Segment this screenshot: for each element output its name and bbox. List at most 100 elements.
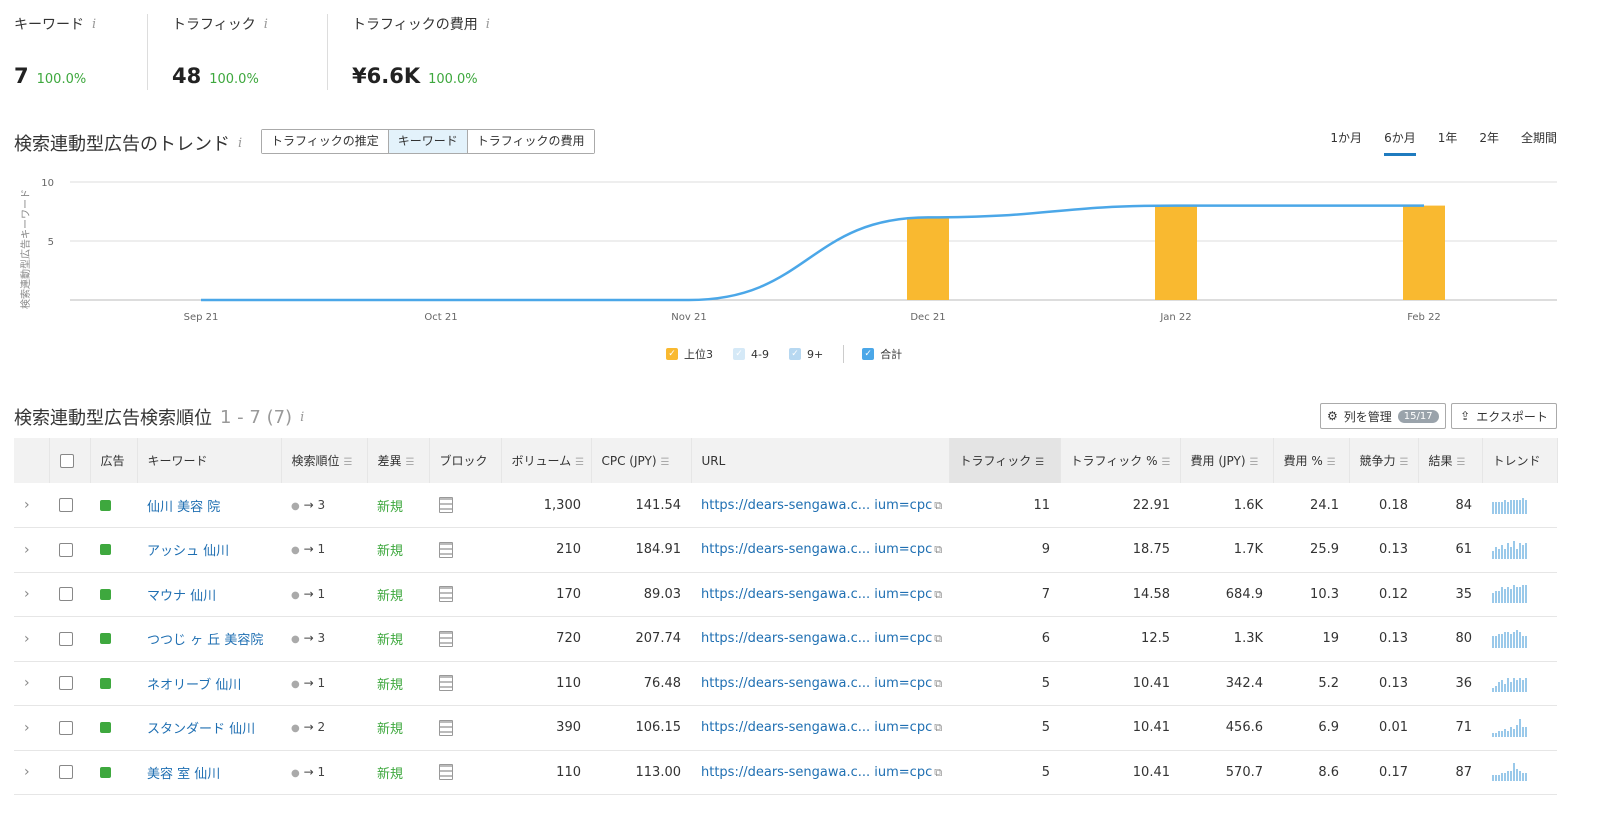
- keyword-link[interactable]: 美容 室 仙川: [147, 767, 220, 782]
- row-checkbox[interactable]: [59, 631, 73, 646]
- row-checkbox[interactable]: [59, 587, 73, 602]
- url-link[interactable]: https://dears-sengawa.c... ium=cpc: [701, 765, 932, 780]
- tab-keywords[interactable]: キーワード: [388, 130, 468, 153]
- external-link-icon[interactable]: ⧉: [934, 543, 942, 556]
- url-link[interactable]: https://dears-sengawa.c... ium=cpc: [701, 542, 932, 557]
- external-link-icon[interactable]: ⧉: [934, 588, 942, 601]
- export-button[interactable]: ⇪ エクスポート: [1451, 403, 1557, 429]
- manage-columns-button[interactable]: ⚙ 列を管理 15/17: [1320, 403, 1446, 429]
- external-link-icon[interactable]: ⧉: [934, 721, 942, 734]
- select-cell[interactable]: [49, 483, 90, 528]
- url-link[interactable]: https://dears-sengawa.c... ium=cpc: [701, 631, 932, 646]
- select-cell[interactable]: [49, 527, 90, 573]
- keyword-cell[interactable]: 美容 室 仙川: [137, 750, 281, 795]
- sort-icon[interactable]: ☰: [344, 457, 353, 468]
- select-all-checkbox[interactable]: [59, 453, 74, 468]
- expand-cell[interactable]: ›: [14, 661, 49, 706]
- tab-traffic-estimate[interactable]: トラフィックの推定: [262, 130, 389, 153]
- info-icon[interactable]: i: [238, 136, 242, 151]
- col-volume[interactable]: ボリューム ☰: [501, 438, 592, 483]
- col-results[interactable]: 結果 ☰: [1418, 438, 1483, 483]
- tab-traffic-cost[interactable]: トラフィックの費用: [467, 130, 594, 153]
- external-link-icon[interactable]: ⧉: [934, 632, 942, 645]
- keyword-cell[interactable]: つつじ ヶ 丘 美容院: [137, 616, 281, 662]
- keyword-cell[interactable]: アッシュ 仙川: [137, 527, 281, 573]
- legend-total[interactable]: ✓ 合計: [862, 346, 902, 362]
- url-cell[interactable]: https://dears-sengawa.c... ium=cpc ⧉: [691, 483, 949, 528]
- chevron-right-icon[interactable]: ›: [24, 764, 30, 780]
- range-1y[interactable]: 1年: [1438, 129, 1458, 156]
- url-link[interactable]: https://dears-sengawa.c... ium=cpc: [701, 587, 932, 602]
- col-cost[interactable]: 費用 (JPY) ☰: [1180, 438, 1274, 483]
- row-checkbox[interactable]: [59, 720, 73, 735]
- sort-icon[interactable]: ☰: [575, 457, 584, 468]
- expand-cell[interactable]: ›: [14, 616, 49, 662]
- col-competition[interactable]: 競争力 ☰: [1349, 438, 1419, 483]
- url-cell[interactable]: https://dears-sengawa.c... ium=cpc ⧉: [691, 616, 949, 662]
- row-checkbox[interactable]: [59, 542, 73, 557]
- keyword-cell[interactable]: ネオリーブ 仙川: [137, 661, 281, 706]
- range-all[interactable]: 全期間: [1521, 129, 1557, 156]
- range-6m[interactable]: 6か月: [1384, 129, 1416, 156]
- col-position[interactable]: 検索順位 ☰: [281, 438, 368, 483]
- keyword-link[interactable]: ネオリーブ 仙川: [147, 678, 241, 693]
- keyword-link[interactable]: マウナ 仙川: [147, 589, 216, 604]
- external-link-icon[interactable]: ⧉: [934, 499, 942, 512]
- select-cell[interactable]: [49, 661, 90, 706]
- expand-cell[interactable]: ›: [14, 527, 49, 573]
- chevron-right-icon[interactable]: ›: [24, 720, 30, 736]
- chevron-right-icon[interactable]: ›: [24, 542, 30, 558]
- sort-icon[interactable]: ☰: [1327, 457, 1336, 468]
- select-cell[interactable]: [49, 616, 90, 662]
- expand-cell[interactable]: ›: [14, 483, 49, 528]
- sort-icon[interactable]: ☰: [1457, 457, 1466, 468]
- col-select-all[interactable]: [49, 438, 91, 483]
- col-cost-pct[interactable]: 費用 % ☰: [1273, 438, 1350, 483]
- row-checkbox[interactable]: [59, 676, 73, 691]
- keyword-link[interactable]: スタンダード 仙川: [147, 722, 255, 737]
- keyword-cell[interactable]: スタンダード 仙川: [137, 705, 281, 751]
- expand-cell[interactable]: ›: [14, 750, 49, 795]
- url-cell[interactable]: https://dears-sengawa.c... ium=cpc ⧉: [691, 705, 949, 751]
- chevron-right-icon[interactable]: ›: [24, 497, 30, 513]
- info-icon[interactable]: i: [300, 410, 304, 425]
- sort-icon[interactable]: ☰: [661, 457, 670, 468]
- range-1m[interactable]: 1か月: [1330, 129, 1362, 156]
- keyword-link[interactable]: 仙川 美容 院: [147, 500, 220, 515]
- col-cpc[interactable]: CPC (JPY) ☰: [591, 438, 692, 483]
- select-cell[interactable]: [49, 750, 90, 795]
- keyword-cell[interactable]: マウナ 仙川: [137, 572, 281, 617]
- external-link-icon[interactable]: ⧉: [934, 677, 942, 690]
- keyword-link[interactable]: つつじ ヶ 丘 美容院: [147, 633, 263, 648]
- info-icon[interactable]: i: [486, 17, 490, 32]
- row-checkbox[interactable]: [59, 765, 73, 780]
- chevron-right-icon[interactable]: ›: [24, 586, 30, 602]
- external-link-icon[interactable]: ⧉: [934, 766, 942, 779]
- legend-top3[interactable]: ✓ 上位3: [666, 346, 713, 362]
- chevron-right-icon[interactable]: ›: [24, 631, 30, 647]
- expand-cell[interactable]: ›: [14, 705, 49, 751]
- keyword-cell[interactable]: 仙川 美容 院: [137, 483, 281, 528]
- legend-4-9[interactable]: ✓ 4-9: [733, 348, 769, 361]
- sort-icon[interactable]: ☰: [1161, 457, 1170, 468]
- sort-icon[interactable]: ☰: [406, 457, 415, 468]
- url-cell[interactable]: https://dears-sengawa.c... ium=cpc ⧉: [691, 572, 949, 617]
- col-diff[interactable]: 差異 ☰: [367, 438, 430, 483]
- select-cell[interactable]: [49, 572, 90, 617]
- row-checkbox[interactable]: [59, 498, 73, 512]
- url-cell[interactable]: https://dears-sengawa.c... ium=cpc ⧉: [691, 527, 949, 573]
- info-icon[interactable]: i: [264, 17, 268, 32]
- expand-cell[interactable]: ›: [14, 572, 49, 617]
- col-traffic-pct[interactable]: トラフィック % ☰: [1060, 438, 1181, 483]
- legend-9plus[interactable]: ✓ 9+: [788, 348, 823, 361]
- url-cell[interactable]: https://dears-sengawa.c... ium=cpc ⧉: [691, 661, 949, 706]
- keyword-link[interactable]: アッシュ 仙川: [147, 544, 229, 559]
- url-link[interactable]: https://dears-sengawa.c... ium=cpc: [701, 498, 932, 513]
- url-link[interactable]: https://dears-sengawa.c... ium=cpc: [701, 676, 932, 691]
- info-icon[interactable]: i: [92, 17, 96, 32]
- col-traffic[interactable]: トラフィック ☰: [949, 438, 1061, 483]
- range-2y[interactable]: 2年: [1479, 129, 1499, 156]
- col-keyword[interactable]: キーワード: [137, 438, 282, 483]
- url-link[interactable]: https://dears-sengawa.c... ium=cpc: [701, 720, 932, 735]
- chevron-right-icon[interactable]: ›: [24, 675, 30, 691]
